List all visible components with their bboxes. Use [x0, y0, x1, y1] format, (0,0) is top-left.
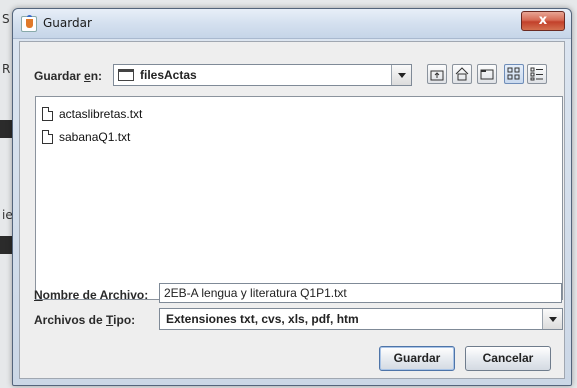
chevron-down-icon[interactable]: [542, 309, 562, 329]
filename-input[interactable]: 2EB-A lengua y literatura Q1P1.txt: [159, 283, 562, 303]
save-in-folder: filesActas: [140, 68, 197, 82]
list-view-icon: [507, 67, 520, 80]
new-folder-icon: [480, 69, 494, 80]
filetype-label: Archivos de Tipo:: [34, 313, 136, 327]
background-text-fragment: S: [2, 12, 10, 26]
close-icon: x: [538, 13, 548, 28]
close-button[interactable]: x: [521, 11, 565, 31]
dialog-title: Guardar: [43, 16, 92, 30]
background-text-fragment: R: [2, 62, 11, 76]
file-icon: [42, 107, 53, 121]
save-button[interactable]: Guardar: [379, 346, 455, 371]
file-name: sabanaQ1.txt: [59, 130, 131, 144]
file-list[interactable]: actaslibretas.txt sabanaQ1.txt: [35, 96, 563, 300]
java-icon: [21, 15, 37, 32]
save-in-combobox[interactable]: filesActas: [113, 64, 412, 86]
filename-label: Nombre de Archivo:: [34, 288, 149, 302]
file-name: actaslibretas.txt: [59, 107, 143, 121]
up-folder-button[interactable]: [427, 64, 447, 84]
save-dialog: Guardar x Guardar en: filesActas actasli…: [12, 8, 572, 386]
file-icon: [42, 130, 53, 144]
filetype-combobox[interactable]: Extensiones txt, cvs, xls, pdf, htm: [159, 308, 563, 330]
list-view-button[interactable]: [504, 64, 524, 84]
cancel-button[interactable]: Cancelar: [465, 346, 551, 371]
details-view-icon: [530, 67, 543, 81]
filetype-value: Extensiones txt, cvs, xls, pdf, htm: [166, 312, 359, 326]
home-icon: [455, 67, 469, 81]
folder-icon: [118, 69, 134, 81]
up-folder-icon: [430, 70, 444, 81]
title-bar[interactable]: Guardar x: [13, 9, 571, 39]
background-dark-bar: [0, 236, 12, 254]
background-dark-bar: [0, 120, 12, 138]
chevron-down-icon[interactable]: [391, 65, 411, 85]
save-in-label: Guardar en:: [34, 69, 103, 83]
dialog-content: Guardar en: filesActas actaslibretas.txt…: [19, 41, 565, 379]
new-folder-button[interactable]: [477, 64, 497, 84]
details-view-button[interactable]: [527, 64, 547, 84]
home-button[interactable]: [452, 64, 472, 84]
